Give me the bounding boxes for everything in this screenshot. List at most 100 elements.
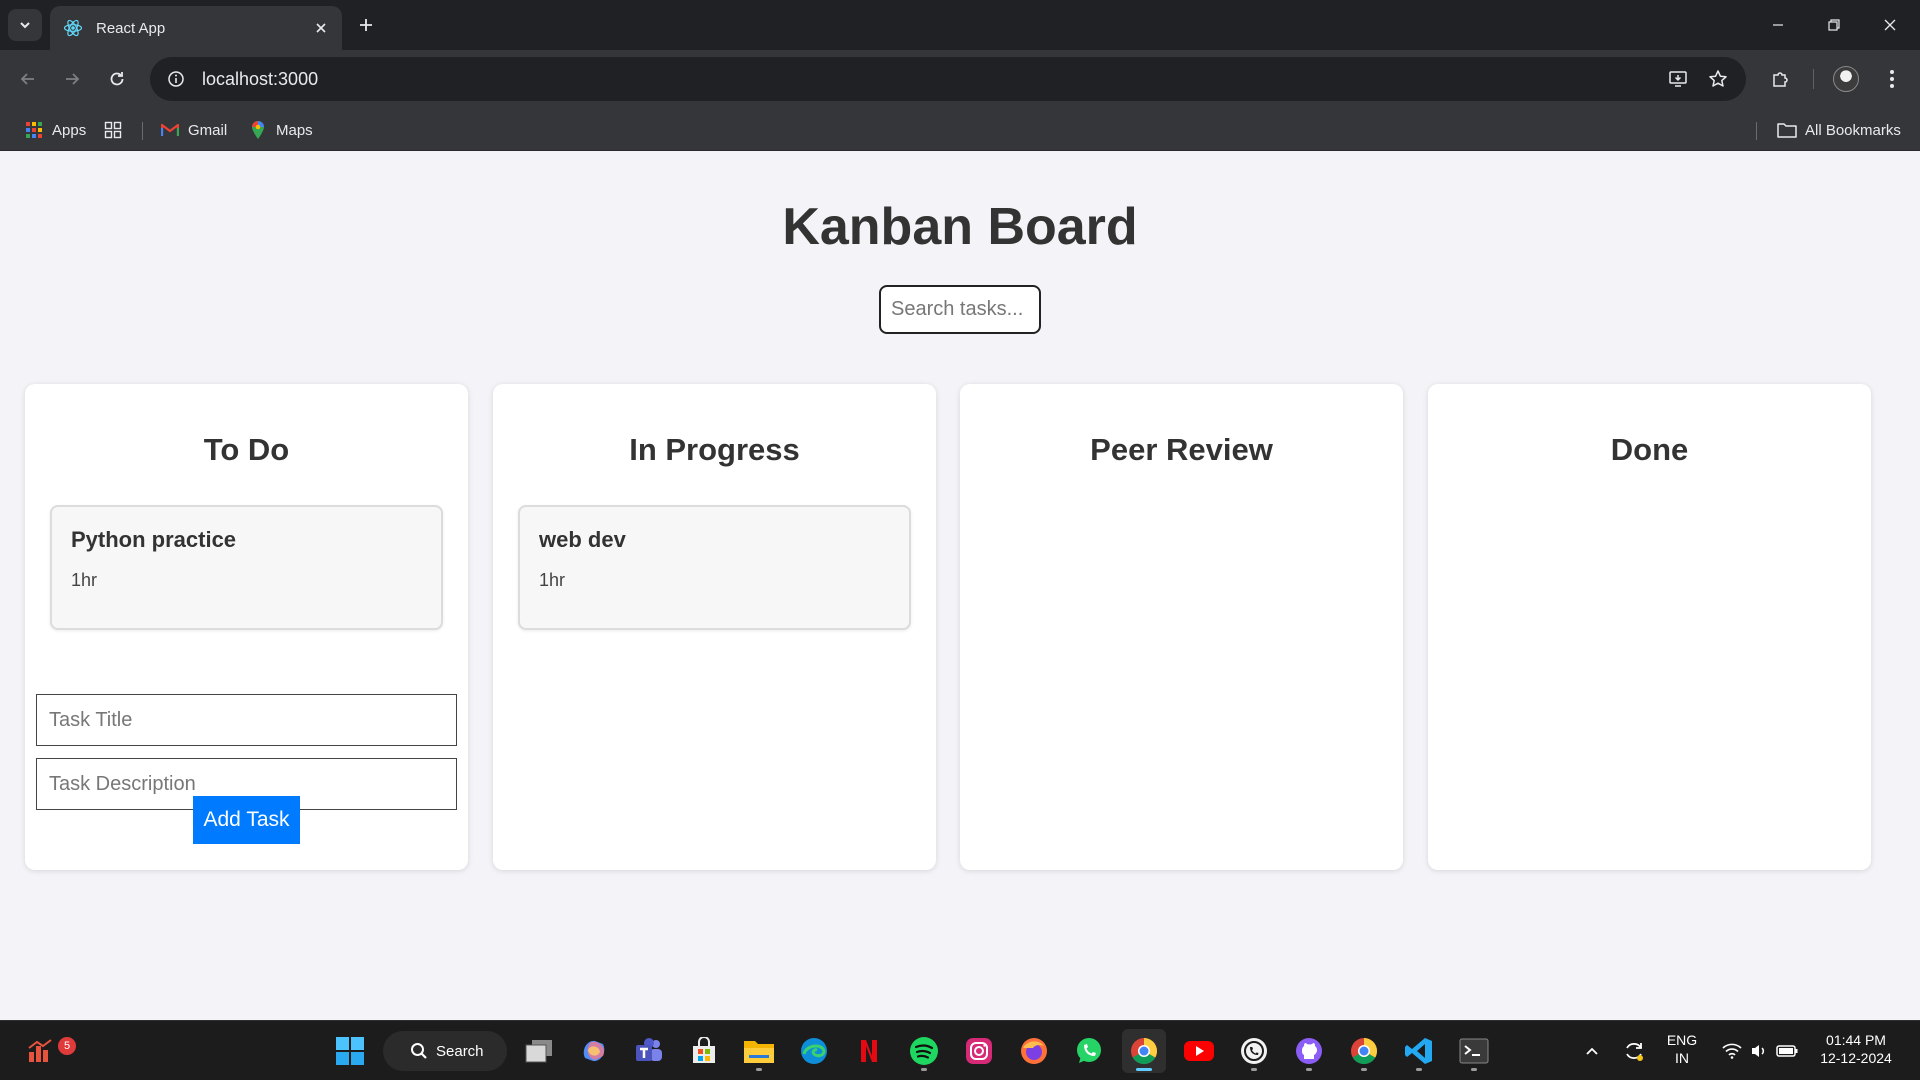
- folder-icon: [1777, 120, 1797, 140]
- github-icon: [1296, 1038, 1322, 1064]
- forward-button[interactable]: [56, 63, 88, 95]
- task-card[interactable]: Python practice 1hr: [50, 505, 443, 630]
- column-done: Done: [1428, 384, 1871, 870]
- region-code: IN: [1675, 1050, 1689, 1066]
- bookmark-apps[interactable]: Apps: [24, 118, 86, 142]
- browser-toolbar: localhost:3000: [0, 50, 1920, 108]
- arrow-left-icon: [20, 73, 34, 85]
- kanban-page: Kanban Board To Do Python practice 1hr A…: [0, 151, 1920, 1020]
- url-text[interactable]: localhost:3000: [202, 69, 1658, 90]
- taskbar-widget-app[interactable]: 5: [19, 1029, 76, 1073]
- back-button[interactable]: [12, 63, 44, 95]
- youtube-icon: [1184, 1041, 1214, 1061]
- kebab-menu-icon: [1890, 70, 1894, 88]
- spotify-icon: [910, 1037, 938, 1065]
- close-tab-icon[interactable]: [310, 17, 332, 39]
- terminal-app[interactable]: [1452, 1029, 1496, 1073]
- site-info-icon[interactable]: [154, 57, 198, 101]
- vscode-app[interactable]: [1397, 1029, 1441, 1073]
- task-view-icon: [525, 1040, 552, 1063]
- whatsapp-icon: [1077, 1038, 1101, 1063]
- task-card[interactable]: web dev 1hr: [518, 505, 911, 630]
- avatar: [1833, 66, 1859, 92]
- bookmark-star-icon[interactable]: [1698, 59, 1738, 99]
- task-title: Python practice: [71, 527, 237, 552]
- clock-time: 01:44 PM: [1826, 1032, 1886, 1048]
- netflix-app[interactable]: [847, 1029, 891, 1073]
- show-hidden-icons-button[interactable]: [1570, 1029, 1614, 1073]
- close-icon: [1884, 19, 1896, 31]
- quick-settings-button[interactable]: [1712, 1029, 1808, 1073]
- folder-icon: [744, 1041, 774, 1063]
- edge-app[interactable]: [792, 1029, 836, 1073]
- start-button[interactable]: [328, 1029, 372, 1073]
- microsoft-store-app[interactable]: [682, 1029, 726, 1073]
- add-task-button[interactable]: Add Task: [193, 796, 300, 844]
- copilot-app[interactable]: [572, 1029, 616, 1073]
- youtube-app[interactable]: [1177, 1029, 1221, 1073]
- tab-strip: React App: [0, 0, 1920, 50]
- search-icon: [411, 1043, 427, 1059]
- chrome-profile-app[interactable]: [1342, 1029, 1386, 1073]
- arrow-right-icon: [66, 73, 80, 85]
- clock[interactable]: 01:44 PM 12-12-2024: [1808, 1031, 1904, 1067]
- react-icon: [62, 17, 84, 39]
- browser-menu-button[interactable]: [1876, 63, 1908, 95]
- spotify-app[interactable]: [902, 1029, 946, 1073]
- apps-grid-icon: [24, 120, 44, 140]
- column-title: In Progress: [629, 432, 800, 467]
- windows-logo-icon: [336, 1037, 364, 1065]
- bookmark-label: Maps: [276, 121, 313, 139]
- bookmark-maps[interactable]: Maps: [248, 118, 313, 142]
- tab-search-button[interactable]: [8, 9, 42, 41]
- chrome-icon: [1351, 1038, 1378, 1065]
- gmail-icon: [160, 120, 180, 140]
- puzzle-icon: [1773, 72, 1788, 87]
- whatsapp-web-app[interactable]: [1232, 1029, 1276, 1073]
- sync-status-button[interactable]: [1612, 1029, 1656, 1073]
- netflix-icon: [861, 1040, 877, 1062]
- chevron-down-icon: [20, 22, 30, 29]
- close-window-button[interactable]: [1862, 0, 1918, 50]
- task-description: 1hr: [71, 570, 98, 590]
- sync-icon: [1626, 1042, 1643, 1061]
- store-icon: [693, 1037, 715, 1063]
- taskbar-search[interactable]: Search: [383, 1031, 507, 1071]
- maps-pin-icon: [248, 120, 268, 140]
- instagram-app[interactable]: [957, 1029, 1001, 1073]
- address-bar[interactable]: localhost:3000: [150, 57, 1746, 101]
- browser-tab[interactable]: React App: [50, 6, 342, 50]
- task-title-input[interactable]: [36, 694, 457, 746]
- tab-groups-button[interactable]: [103, 118, 131, 142]
- tab-title: React App: [96, 19, 166, 37]
- taskbar-search-label: Search: [436, 1042, 484, 1060]
- bookmark-gmail[interactable]: Gmail: [160, 118, 227, 142]
- whatsapp-app[interactable]: [1067, 1029, 1111, 1073]
- instagram-icon: [966, 1038, 992, 1064]
- search-input[interactable]: [879, 285, 1041, 334]
- volume-icon: [1752, 1045, 1765, 1057]
- tab-groups-icon: [103, 120, 123, 140]
- profile-button[interactable]: [1830, 63, 1862, 95]
- input-language-indicator[interactable]: ENG IN: [1662, 1031, 1702, 1067]
- terminal-icon: [1459, 1038, 1489, 1064]
- restore-button[interactable]: [1806, 0, 1862, 50]
- task-description: 1hr: [539, 570, 566, 590]
- install-app-icon[interactable]: [1658, 59, 1698, 99]
- bookmarks-bar: Apps Gmail Maps All Bookmarks: [0, 108, 1920, 151]
- copilot-icon: [583, 1040, 605, 1062]
- teams-app[interactable]: [627, 1029, 671, 1073]
- new-tab-button[interactable]: [352, 11, 380, 39]
- extensions-button[interactable]: [1764, 63, 1796, 95]
- chrome-app-active[interactable]: [1122, 1029, 1166, 1073]
- minimize-button[interactable]: [1750, 0, 1806, 50]
- all-bookmarks-button[interactable]: All Bookmarks: [1777, 118, 1901, 142]
- task-view-button[interactable]: [517, 1029, 561, 1073]
- file-explorer-app[interactable]: [737, 1029, 781, 1073]
- language-code: ENG: [1666, 1032, 1698, 1048]
- reload-button[interactable]: [101, 63, 133, 95]
- firefox-app[interactable]: [1012, 1029, 1056, 1073]
- vscode-icon: [1405, 1038, 1432, 1064]
- github-app[interactable]: [1287, 1029, 1331, 1073]
- bookmark-label: Gmail: [188, 121, 228, 139]
